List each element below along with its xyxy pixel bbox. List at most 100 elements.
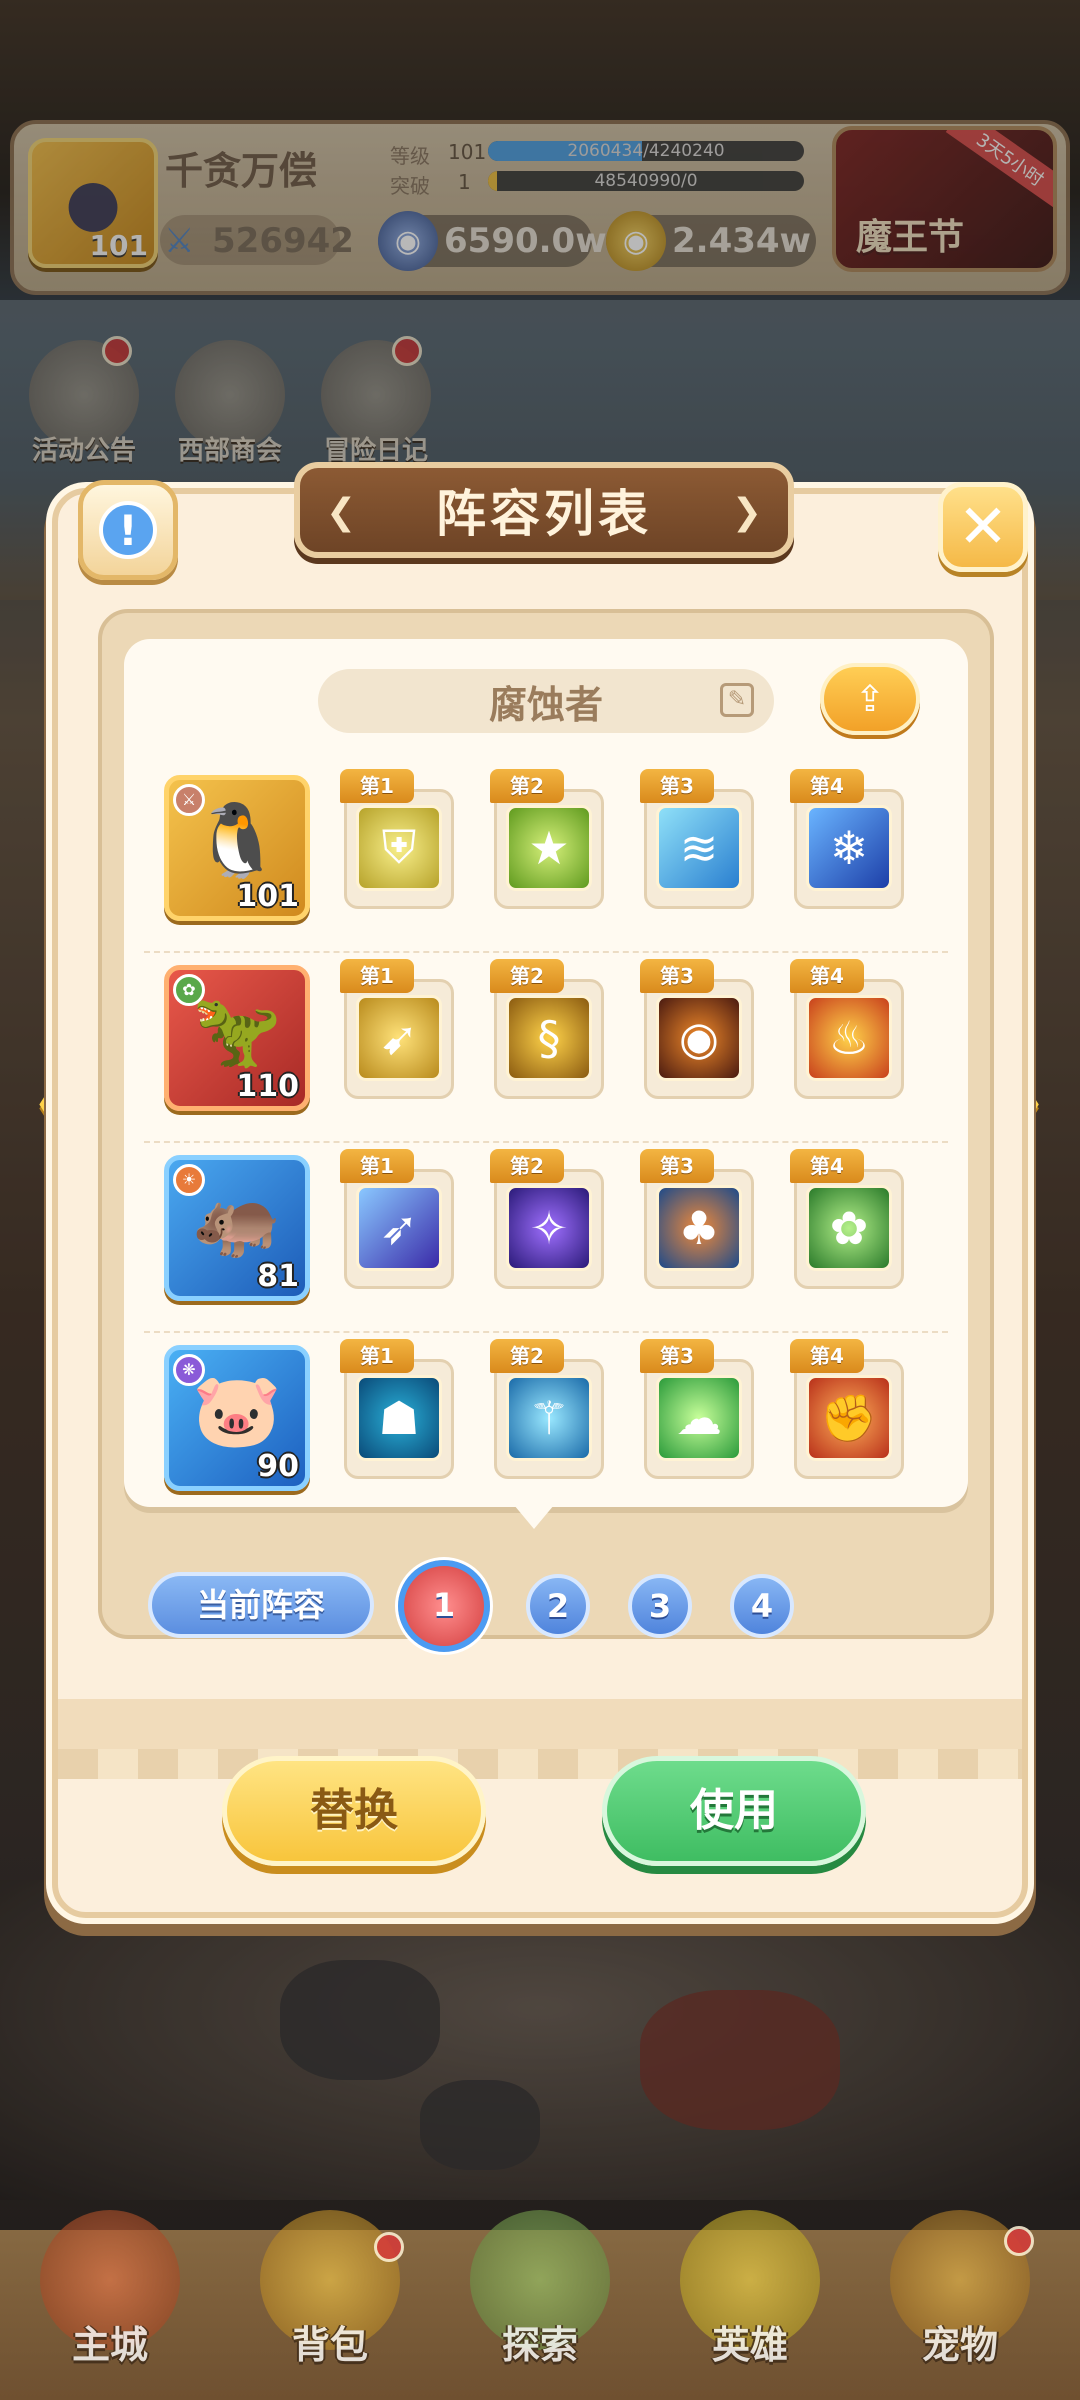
mask-icon: ☗ [356,1375,442,1461]
hero-level: 81 [257,1259,299,1294]
charge-icon: ➹ [356,995,442,1081]
swirl-right-icon: ❯ [731,492,762,533]
golden-serpent-icon: § [506,995,592,1081]
toxic-cloud-icon: ☁ [656,1375,742,1461]
hero-level: 110 [236,1069,299,1104]
skill-order-tag: 第3 [640,769,714,803]
current-lineup-label: 当前阵容 [148,1572,374,1638]
knight-duck-portrait-icon: 🐧 [192,798,282,882]
skill-order-tag: 第4 [790,769,864,803]
ice-wave-icon: ❄ [806,805,892,891]
decorative-footer-scenery [58,1699,1022,1779]
skill-slot[interactable]: ❄ 第4 [790,769,908,929]
skill-order-tag: 第2 [490,769,564,803]
fist-icon: ✊ [806,1375,892,1461]
lineup-page-3[interactable]: 3 [628,1574,692,1638]
skill-order-tag: 第1 [340,769,414,803]
close-icon: ✕ [957,492,1009,562]
lineup-name-field[interactable]: 腐蚀者 ✎ [318,669,774,733]
lineup-row: ✿ 🦖 110 ➹ 第1 § 第2 ◉ 第3 ♨ 第4 [164,959,934,1129]
lineup-pager: 当前阵容 1 2 3 4 [148,1552,968,1652]
fire-eye-icon: ◉ [656,995,742,1081]
dragon-icon: ♨ [806,995,892,1081]
skill-slot[interactable]: ➶ 第1 [340,1149,458,1309]
skill-slot[interactable]: § 第2 [490,959,608,1119]
share-button[interactable]: ⇪ [820,663,920,735]
skill-slot[interactable]: ✊ 第4 [790,1339,908,1499]
swirl-left-icon: ❮ [326,492,357,533]
skill-slot[interactable]: ✧ 第2 [490,1149,608,1309]
lineup-page-4[interactable]: 4 [730,1574,794,1638]
skill-slot[interactable]: ☗ 第1 [340,1339,458,1499]
nav-heroes[interactable]: 英雄 [660,2210,840,2400]
lineup-card: 腐蚀者 ✎ ⇪ ⚔ 🐧 101 ⛨ 第1 ★ 第2 ≋ 第3 ❄ 第4 ✿ 🦖 … [124,639,968,1529]
skill-order-tag: 第3 [640,1149,714,1183]
lineup-row: ☀ 🦛 81 ➶ 第1 ✧ 第2 ♣ 第3 ✿ 第4 [164,1149,934,1319]
skill-order-tag: 第1 [340,959,414,993]
bottom-navigation: 主城 背包 探索 英雄 宠物 [0,2210,1080,2400]
lineup-page-2[interactable]: 2 [526,1574,590,1638]
arrow-strike-icon: ➶ [356,1185,442,1271]
edit-icon[interactable]: ✎ [720,683,754,717]
skill-order-tag: 第3 [640,1339,714,1373]
tree-hippo-portrait-icon: 🦛 [192,1178,282,1262]
hero-slot-skull-dino[interactable]: ✿ 🦖 110 [164,965,310,1111]
skill-order-tag: 第3 [640,959,714,993]
water-wave-icon: ≋ [656,805,742,891]
modal-title: 阵容列表 [436,485,652,543]
skill-slot[interactable]: ≋ 第3 [640,769,758,929]
shield-icon: ⛨ [356,805,442,891]
use-button[interactable]: 使用 [602,1756,866,1866]
skill-order-tag: 第2 [490,1149,564,1183]
skill-slot[interactable]: ★ 第2 [490,769,608,929]
modal-title-banner: ❮ 阵容列表 ❯ [294,462,794,558]
skill-slot[interactable]: ♣ 第3 [640,1149,758,1309]
lineup-page-1[interactable]: 1 [398,1560,490,1652]
close-button[interactable]: ✕ [938,482,1028,572]
armored-pig-portrait-icon: 🐷 [192,1368,282,1452]
nav-label: 英雄 [711,2323,788,2367]
share-icon: ⇪ [854,678,886,720]
replace-button[interactable]: 替换 [222,1756,486,1866]
hero-slot-knight-duck[interactable]: ⚔ 🐧 101 [164,775,310,921]
lineup-row: ⚔ 🐧 101 ⛨ 第1 ★ 第2 ≋ 第3 ❄ 第4 [164,769,934,939]
hero-level: 90 [257,1449,299,1484]
nav-main-city[interactable]: 主城 [20,2210,200,2400]
notification-dot [374,2232,404,2262]
lineup-list-modal: ❮ 阵容列表 ❯ ! ✕ 腐蚀者 ✎ ⇪ ⚔ 🐧 101 ⛨ 第1 ★ 第2 ≋… [52,462,1028,1918]
healing-flower-icon: ✿ [806,1185,892,1271]
skill-order-tag: 第1 [340,1149,414,1183]
treant-icon: ♣ [656,1185,742,1271]
hero-slot-tree-hippo[interactable]: ☀ 🦛 81 [164,1155,310,1301]
skill-slot[interactable]: ✿ 第4 [790,1149,908,1309]
skill-slot[interactable]: ➹ 第1 [340,959,458,1119]
skill-slot[interactable]: ♨ 第4 [790,959,908,1119]
nav-label: 主城 [71,2323,148,2367]
notification-dot [1004,2226,1034,2256]
hero-level: 101 [236,879,299,914]
trident-icon: ⚚ [506,1375,592,1461]
lineup-row: ❋ 🐷 90 ☗ 第1 ⚚ 第2 ☁ 第3 ✊ 第4 [164,1339,934,1509]
skill-slot[interactable]: ⛨ 第1 [340,769,458,929]
nav-explore[interactable]: 探索 [450,2210,630,2400]
skill-order-tag: 第4 [790,959,864,993]
decorative-pattern [58,1749,1022,1779]
nav-label: 探索 [501,2323,578,2367]
skill-order-tag: 第4 [790,1149,864,1183]
skill-order-tag: 第4 [790,1339,864,1373]
hero-slot-armored-pig[interactable]: ❋ 🐷 90 [164,1345,310,1491]
row-divider [144,1331,948,1333]
skill-slot[interactable]: ☁ 第3 [640,1339,758,1499]
skill-slot[interactable]: ⚚ 第2 [490,1339,608,1499]
skill-slot[interactable]: ◉ 第3 [640,959,758,1119]
nav-label: 宠物 [921,2323,998,2367]
arcane-rain-icon: ✧ [506,1185,592,1271]
exclamation-icon: ! [99,501,157,559]
skull-dino-portrait-icon: 🦖 [192,988,282,1072]
skill-order-tag: 第1 [340,1339,414,1373]
lineup-name: 腐蚀者 [488,682,603,727]
nav-label: 背包 [291,2323,368,2367]
skill-order-tag: 第2 [490,959,564,993]
info-button[interactable]: ! [78,480,178,580]
row-divider [144,951,948,953]
